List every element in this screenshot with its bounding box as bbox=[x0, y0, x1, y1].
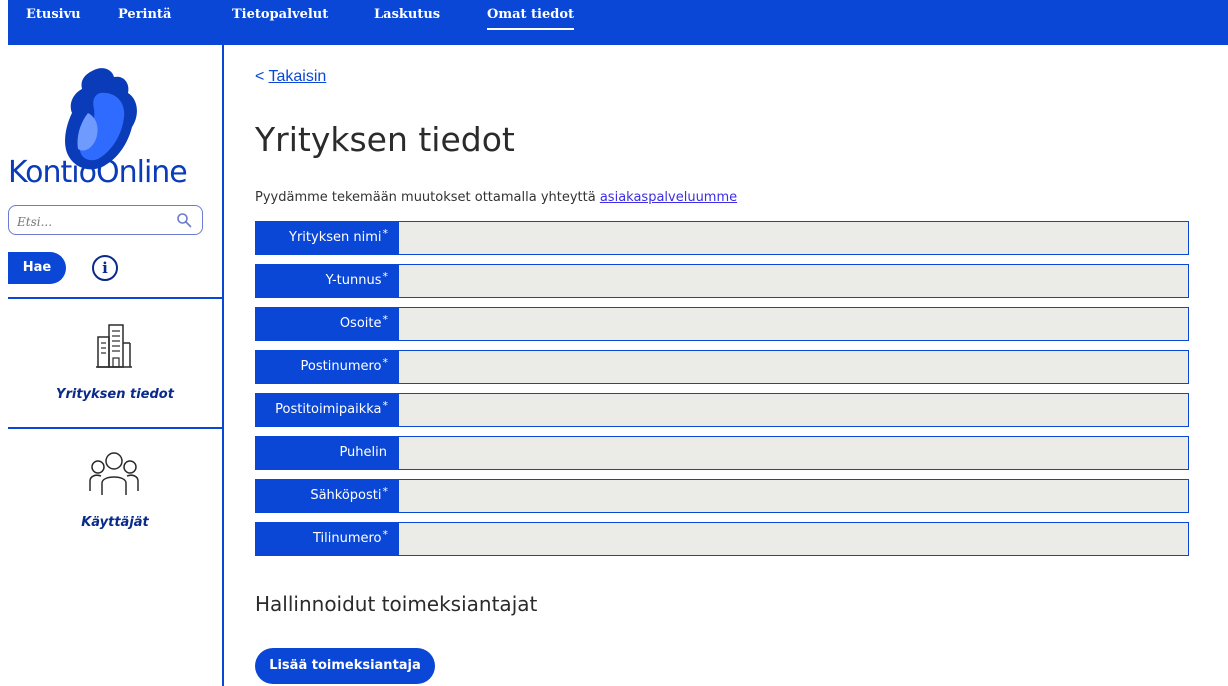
field-label: Puhelin bbox=[255, 436, 398, 470]
sidebar-item-kayttajat[interactable]: Käyttäjät bbox=[8, 429, 222, 539]
form-row-y-tunnus: Y-tunnus* bbox=[255, 264, 1189, 298]
required-marker: * bbox=[382, 313, 389, 326]
section-title: Hallinnoidut toimeksiantajat bbox=[255, 592, 538, 616]
address-field[interactable] bbox=[398, 307, 1189, 341]
field-label: Osoite* bbox=[255, 307, 398, 341]
nav-item-omat-tiedot[interactable]: Omat tiedot bbox=[487, 0, 575, 30]
users-icon bbox=[86, 449, 142, 502]
search-input[interactable] bbox=[15, 212, 169, 232]
account-number-field[interactable] bbox=[398, 522, 1189, 556]
field-label-text: Postitoimipaikka bbox=[275, 402, 382, 417]
city-field[interactable] bbox=[398, 393, 1189, 427]
nav-item-laskutus[interactable]: Laskutus bbox=[374, 0, 440, 34]
form-row-postitoimipaikka: Postitoimipaikka* bbox=[255, 393, 1189, 427]
search-box bbox=[8, 205, 203, 235]
building-icon bbox=[94, 323, 134, 374]
field-label: Tilinumero* bbox=[255, 522, 398, 556]
business-id-field[interactable] bbox=[398, 264, 1189, 298]
info-icon[interactable]: i bbox=[92, 255, 118, 281]
form-row-osoite: Osoite* bbox=[255, 307, 1189, 341]
postal-code-field[interactable] bbox=[398, 350, 1189, 384]
field-label-text: Tilinumero bbox=[312, 531, 382, 546]
field-label: Postinumero* bbox=[255, 350, 398, 384]
required-marker: * bbox=[382, 528, 389, 541]
field-label-text: Sähköposti bbox=[310, 488, 382, 503]
field-label: Postitoimipaikka* bbox=[255, 393, 398, 427]
nav-item-tietopalvelut[interactable]: Tietopalvelut bbox=[232, 0, 328, 34]
search-button[interactable]: Hae bbox=[8, 252, 66, 284]
intro-text-body: Pyydämme tekemään muutokset ottamalla yh… bbox=[255, 190, 600, 205]
form-row-sahkoposti: Sähköposti* bbox=[255, 479, 1189, 513]
brand-logo-text: KontioOnline bbox=[8, 155, 188, 190]
field-label-text: Osoite bbox=[339, 316, 382, 331]
required-marker: * bbox=[382, 227, 389, 240]
sidebar: KontioOnline Hae i bbox=[8, 45, 224, 686]
required-marker: * bbox=[382, 270, 389, 283]
back-chevron: < bbox=[255, 68, 269, 85]
phone-field[interactable] bbox=[398, 436, 1189, 470]
nav-item-etusivu[interactable]: Etusivu bbox=[26, 0, 81, 34]
customer-service-link[interactable]: asiakaspalveluumme bbox=[600, 190, 737, 205]
back-link-label: Takaisin bbox=[268, 68, 327, 85]
back-link[interactable]: < Takaisin bbox=[255, 68, 326, 86]
field-label: Y-tunnus* bbox=[255, 264, 398, 298]
form-row-yrityksen-nimi: Yrityksen nimi* bbox=[255, 221, 1189, 255]
company-name-field[interactable] bbox=[398, 221, 1189, 255]
sidebar-item-label: Käyttäjät bbox=[81, 515, 149, 530]
form-row-postinumero: Postinumero* bbox=[255, 350, 1189, 384]
required-marker: * bbox=[382, 485, 389, 498]
form-row-puhelin: Puhelin bbox=[255, 436, 1189, 470]
nav-item-perinta[interactable]: Perintä bbox=[118, 0, 171, 34]
field-label-text: Postinumero bbox=[300, 359, 382, 374]
required-marker: * bbox=[382, 356, 389, 369]
search-icon[interactable] bbox=[176, 212, 192, 228]
email-field[interactable] bbox=[398, 479, 1189, 513]
required-marker: * bbox=[382, 399, 389, 412]
field-label-text: Puhelin bbox=[339, 445, 387, 460]
field-label-text: Yrityksen nimi bbox=[289, 230, 382, 245]
top-navigation: Etusivu Perintä Tietopalvelut Laskutus O… bbox=[8, 0, 1228, 45]
add-client-button[interactable]: Lisää toimeksiantaja bbox=[255, 648, 435, 684]
field-label: Sähköposti* bbox=[255, 479, 398, 513]
field-label: Yrityksen nimi* bbox=[255, 221, 398, 255]
page-title: Yrityksen tiedot bbox=[255, 120, 515, 159]
sidebar-item-yrityksen-tiedot[interactable]: Yrityksen tiedot bbox=[8, 299, 222, 427]
intro-text: Pyydämme tekemään muutokset ottamalla yh… bbox=[255, 190, 737, 205]
sidebar-item-label: Yrityksen tiedot bbox=[56, 387, 174, 402]
field-label-text: Y-tunnus bbox=[325, 273, 382, 288]
form-row-tilinumero: Tilinumero* bbox=[255, 522, 1189, 556]
